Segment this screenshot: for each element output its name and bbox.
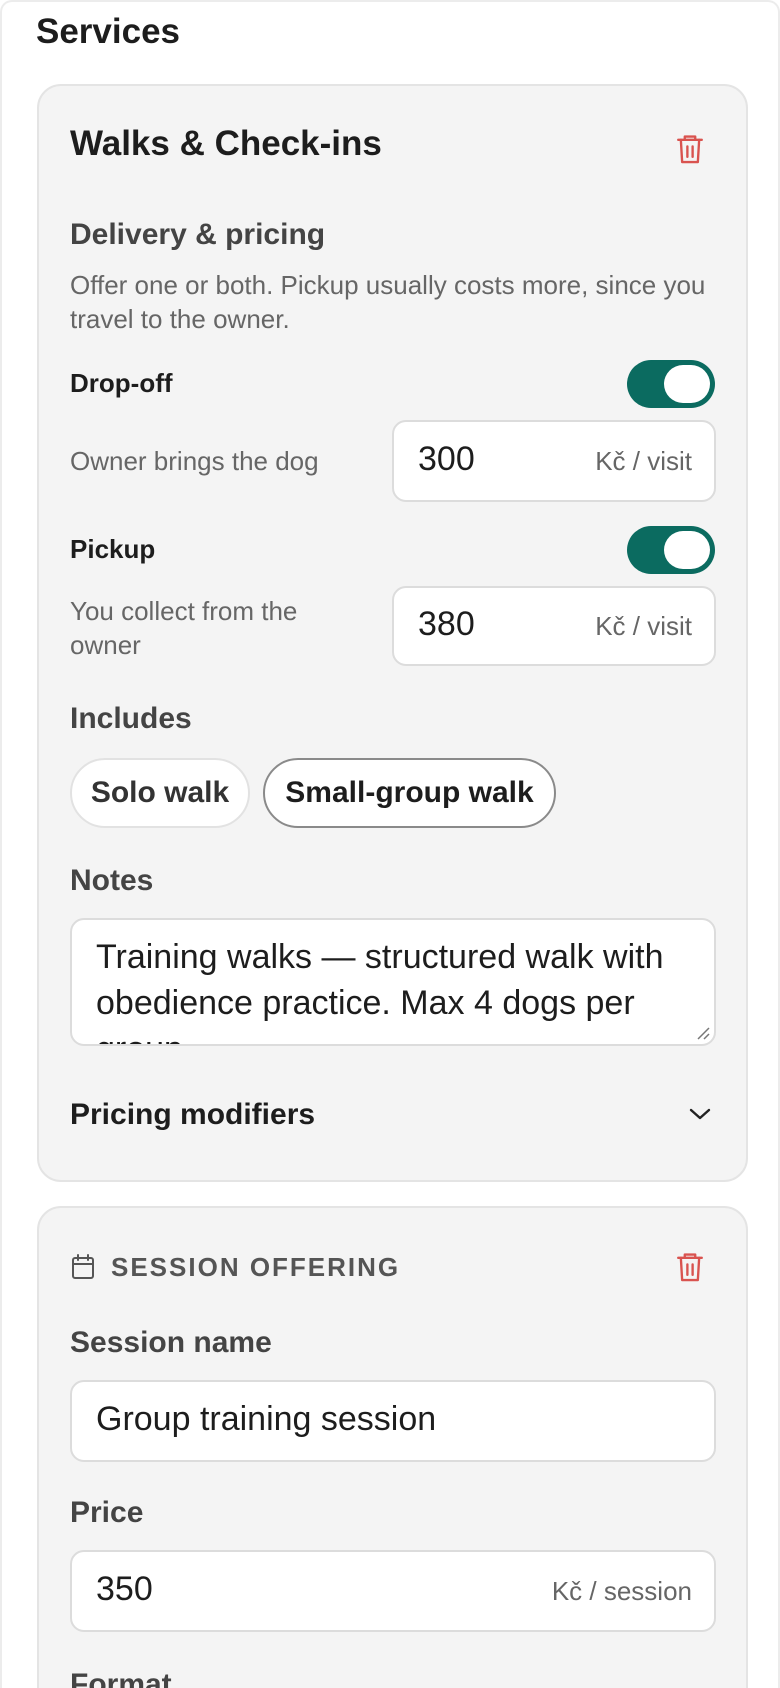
session-price-input[interactable]: 350 Kč / session: [70, 1550, 716, 1632]
pricing-modifiers-label: Pricing modifiers: [70, 1098, 316, 1131]
dropoff-price-value: 300: [418, 440, 475, 478]
delete-session-button[interactable]: [674, 1250, 706, 1289]
price-label: Price: [70, 1496, 144, 1529]
toggle-knob: [664, 365, 710, 403]
notes-heading: Notes: [70, 864, 154, 897]
services-panel: Services Walks & Check-ins Delivery & pr…: [0, 0, 780, 1688]
delete-service-button[interactable]: [674, 132, 706, 171]
chevron-down-icon: [689, 1108, 711, 1120]
session-name-value: Group training session: [96, 1400, 437, 1438]
delivery-heading: Delivery & pricing: [70, 218, 326, 251]
session-price-value: 350: [96, 1570, 153, 1608]
calendar-icon: [72, 1254, 94, 1279]
dropoff-description: Owner brings the dog: [70, 446, 319, 476]
dropoff-price-unit: Kč / visit: [595, 446, 692, 476]
session-price-unit: Kč / session: [551, 1576, 692, 1606]
resize-grip-icon[interactable]: [694, 1024, 710, 1040]
chip-solo-walk[interactable]: Solo walk: [70, 758, 250, 828]
includes-heading: Includes: [70, 702, 192, 735]
pickup-label: Pickup: [70, 534, 156, 564]
session-eyebrow: SESSION OFFERING: [111, 1252, 401, 1282]
session-offering-card: SESSION OFFERING Session name Group trai…: [37, 1206, 748, 1688]
session-name-label: Session name: [70, 1326, 272, 1359]
pickup-price-input[interactable]: 380 Kč / visit: [392, 586, 716, 666]
session-name-input[interactable]: Group training session: [70, 1380, 716, 1462]
dropoff-price-input[interactable]: 300 Kč / visit: [392, 420, 716, 502]
dropoff-toggle[interactable]: [627, 360, 715, 408]
pickup-price-value: 380: [418, 605, 475, 643]
toggle-knob: [664, 531, 710, 569]
pickup-price-unit: Kč / visit: [595, 611, 692, 641]
walks-service-card: Walks & Check-ins Delivery & pricing Off…: [37, 84, 748, 1182]
section-title: Services: [36, 12, 181, 51]
dropoff-label: Drop-off: [70, 368, 173, 398]
service-title: Walks & Check-ins: [70, 124, 382, 163]
pickup-description: You collect from the owner: [70, 596, 298, 660]
trash-icon: [677, 1253, 703, 1282]
pricing-modifiers-toggle[interactable]: Pricing modifiers: [70, 1090, 716, 1140]
delivery-description: Offer one or both. Pickup usually costs …: [70, 270, 706, 334]
notes-textarea[interactable]: Training walks — structured walk with ob…: [70, 918, 716, 1046]
trash-icon: [677, 135, 703, 164]
format-label: Format: [70, 1668, 172, 1688]
chip-small-group-walk[interactable]: Small-group walk: [263, 758, 556, 828]
pickup-toggle[interactable]: [627, 526, 715, 574]
notes-text: Training walks — structured walk with ob…: [96, 938, 664, 1044]
